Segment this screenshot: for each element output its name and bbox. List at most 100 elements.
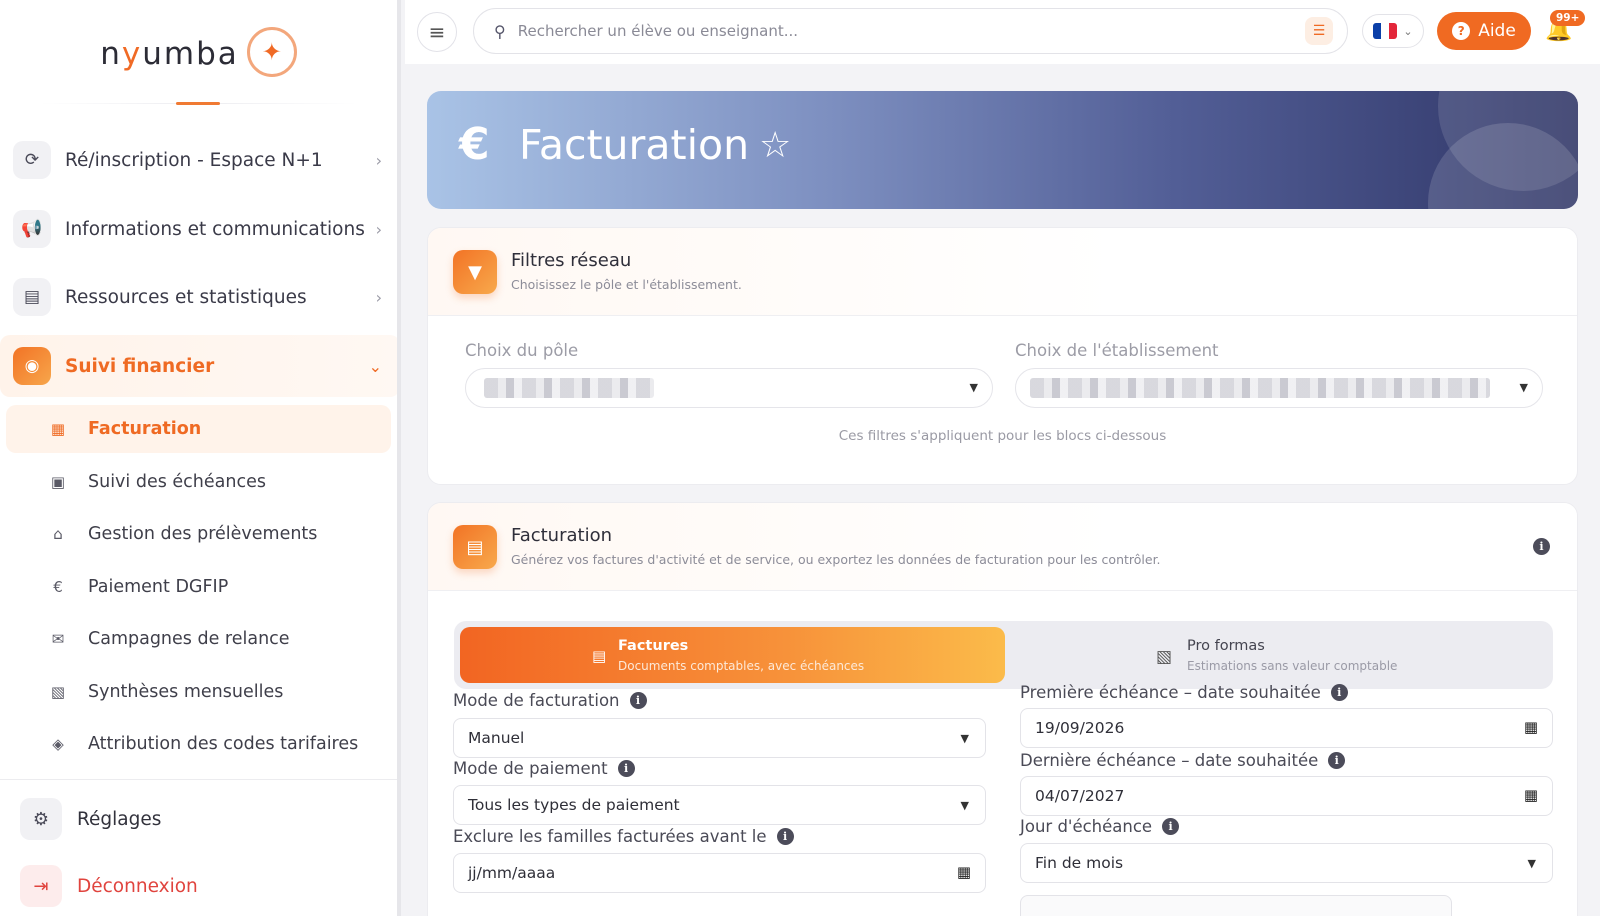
hamburger-icon: ≡: [428, 20, 446, 44]
etablissement-select[interactable]: ▼: [1015, 368, 1543, 408]
help-button[interactable]: ? Aide: [1437, 12, 1531, 50]
partial-box: [1020, 895, 1452, 916]
caret-down-icon: ▼: [1527, 857, 1536, 870]
menu-toggle-button[interactable]: ≡: [417, 12, 457, 52]
card-header: ▼ Filtres réseau Choisissez le pôle et l…: [428, 228, 1577, 316]
invoice-icon: ▤: [592, 647, 607, 665]
tab-title: Pro formas: [1187, 638, 1265, 654]
caret-down-icon: ▼: [969, 381, 978, 394]
subitem-syntheses[interactable]: ▧ Synthèses mensuelles: [6, 668, 394, 716]
card-subtitle: Générez vos factures d'activité et de se…: [511, 552, 1161, 567]
sidebar: nyumba ✦ ⟳ Ré/inscription - Espace N+1 ›…: [0, 0, 401, 916]
info-icon[interactable]: i: [1533, 538, 1550, 555]
settings-label: Réglages: [77, 808, 162, 830]
search-icon: ⚲: [494, 21, 506, 41]
calendar-icon[interactable]: ▦: [1524, 786, 1538, 804]
question-icon: ?: [1452, 22, 1471, 40]
subitem-codes-tarifaires[interactable]: ◈ Attribution des codes tarifaires: [6, 720, 394, 768]
notification-badge: 99+: [1550, 10, 1586, 26]
billing-type-tabs: ▤ Factures Documents comptables, avec éc…: [454, 621, 1553, 689]
subitem-label: Facturation: [88, 419, 202, 439]
info-icon[interactable]: i: [776, 828, 794, 845]
search-input[interactable]: Rechercher un élève ou enseignant...: [518, 22, 1305, 40]
search-bar[interactable]: ⚲ Rechercher un élève ou enseignant... ☰: [473, 8, 1348, 54]
mail-open-icon: ✉: [51, 630, 65, 648]
sidebar-item-informations[interactable]: 📢 Informations et communications ›: [0, 197, 397, 261]
mode-facturation-select[interactable]: Manuel ▼: [453, 718, 986, 758]
info-icon[interactable]: i: [1328, 752, 1346, 769]
chevron-down-icon: ⌄: [368, 356, 382, 376]
topbar: ≡ ⚲ Rechercher un élève ou enseignant...…: [405, 0, 1600, 64]
pole-select[interactable]: ▼: [465, 368, 993, 408]
favorite-star-icon[interactable]: ☆: [759, 125, 791, 166]
subitem-paiement-dgfip[interactable]: € Paiement DGFIP: [6, 563, 394, 611]
caret-down-icon: ▼: [960, 799, 969, 812]
card-title: Facturation: [511, 525, 613, 546]
logo-text: nyumba: [100, 36, 239, 72]
etablissement-label: Choix de l'établissement: [1015, 341, 1219, 360]
filter-sliders-icon[interactable]: ☰: [1305, 17, 1333, 45]
redacted-value: [1030, 378, 1490, 398]
sidebar-item-label: Ressources et statistiques: [65, 286, 307, 308]
subitem-suivi-echeances[interactable]: ▣ Suivi des échéances: [6, 458, 394, 506]
info-icon[interactable]: i: [1330, 684, 1348, 701]
date-value: 19/09/2026: [1035, 719, 1125, 737]
sidebar-item-reinscription[interactable]: ⟳ Ré/inscription - Espace N+1 ›: [0, 128, 397, 192]
caret-down-icon: ▼: [960, 732, 969, 745]
subitem-label: Attribution des codes tarifaires: [88, 734, 359, 754]
logo-star-icon: ✦: [246, 27, 297, 77]
logo[interactable]: nyumba ✦: [0, 0, 397, 105]
french-flag-icon: [1373, 23, 1398, 39]
tab-subtitle: Documents comptables, avec échéances: [618, 659, 865, 673]
chevron-right-icon: ›: [375, 219, 382, 239]
jour-echeance-select[interactable]: Fin de mois ▼: [1020, 843, 1553, 883]
subitem-prelevements[interactable]: ⌂ Gestion des prélèvements: [6, 510, 394, 558]
document-icon: ▤: [453, 525, 497, 569]
logout-icon: ⇥: [20, 865, 62, 907]
sidebar-item-ressources[interactable]: ▤ Ressources et statistiques ›: [0, 265, 397, 329]
premiere-echeance-input[interactable]: 19/09/2026 ▦: [1020, 708, 1553, 748]
subitem-facturation[interactable]: ▦ Facturation: [6, 405, 391, 453]
info-icon[interactable]: i: [629, 692, 647, 709]
euro-icon: €: [53, 578, 63, 596]
derniere-echeance-input[interactable]: 04/07/2027 ▦: [1020, 776, 1553, 816]
chevron-right-icon: ›: [375, 287, 382, 307]
logout-button[interactable]: ⇥ Déconnexion: [20, 864, 198, 908]
logout-label: Déconnexion: [77, 875, 198, 897]
exclure-date-input[interactable]: jj/mm/aaaa ▦: [453, 853, 986, 893]
page-title: Facturation: [519, 121, 750, 169]
card-subtitle: Choisissez le pôle et l'établissement.: [511, 277, 742, 292]
billing-card: ▤ Facturation Générez vos factures d'act…: [427, 502, 1578, 916]
chevron-right-icon: ›: [375, 150, 382, 170]
calendar-icon[interactable]: ▦: [1524, 718, 1538, 736]
calendar-icon[interactable]: ▦: [957, 863, 971, 881]
info-icon[interactable]: i: [1162, 818, 1180, 835]
subitem-campagnes-relance[interactable]: ✉ Campagnes de relance: [6, 615, 394, 663]
info-icon[interactable]: i: [617, 760, 635, 777]
settings-button[interactable]: ⚙ Réglages: [20, 797, 161, 841]
mode-paiement-select[interactable]: Tous les types de paiement ▼: [453, 785, 986, 825]
tab-subtitle: Estimations sans valeur comptable: [1187, 659, 1398, 673]
archive-icon: ▤: [13, 278, 51, 316]
tab-factures[interactable]: ▤ Factures Documents comptables, avec éc…: [460, 627, 1005, 683]
exclure-label: Exclure les familles facturées avant le i: [453, 827, 794, 846]
filters-note: Ces filtres s'appliquent pour les blocs …: [838, 428, 1167, 444]
invoice-icon: ▦: [50, 420, 66, 438]
refresh-icon: ⟳: [13, 141, 51, 179]
funnel-icon: ▼: [453, 250, 497, 294]
jour-echeance-label: Jour d'échéance i: [1020, 817, 1180, 836]
tab-title: Factures: [618, 638, 689, 654]
select-value: Fin de mois: [1035, 854, 1124, 872]
file-clock-icon: ▧: [1156, 647, 1173, 667]
sidebar-item-suivi-financier[interactable]: ◉ Suivi financier ⌄: [0, 335, 397, 397]
euro-icon: €: [459, 119, 490, 170]
bank-icon: ⌂: [53, 525, 63, 543]
sidebar-item-label: Informations et communications: [65, 218, 365, 240]
logo-accent-bar: [176, 102, 220, 105]
language-selector[interactable]: ⌄: [1362, 14, 1424, 48]
chevron-down-icon: ⌄: [1403, 24, 1413, 38]
sidebar-item-label: Suivi financier: [65, 355, 215, 377]
pdf-icon: ▧: [50, 683, 66, 701]
mode-facturation-label: Mode de facturation i: [453, 691, 647, 710]
gear-icon: ⚙: [20, 798, 62, 840]
